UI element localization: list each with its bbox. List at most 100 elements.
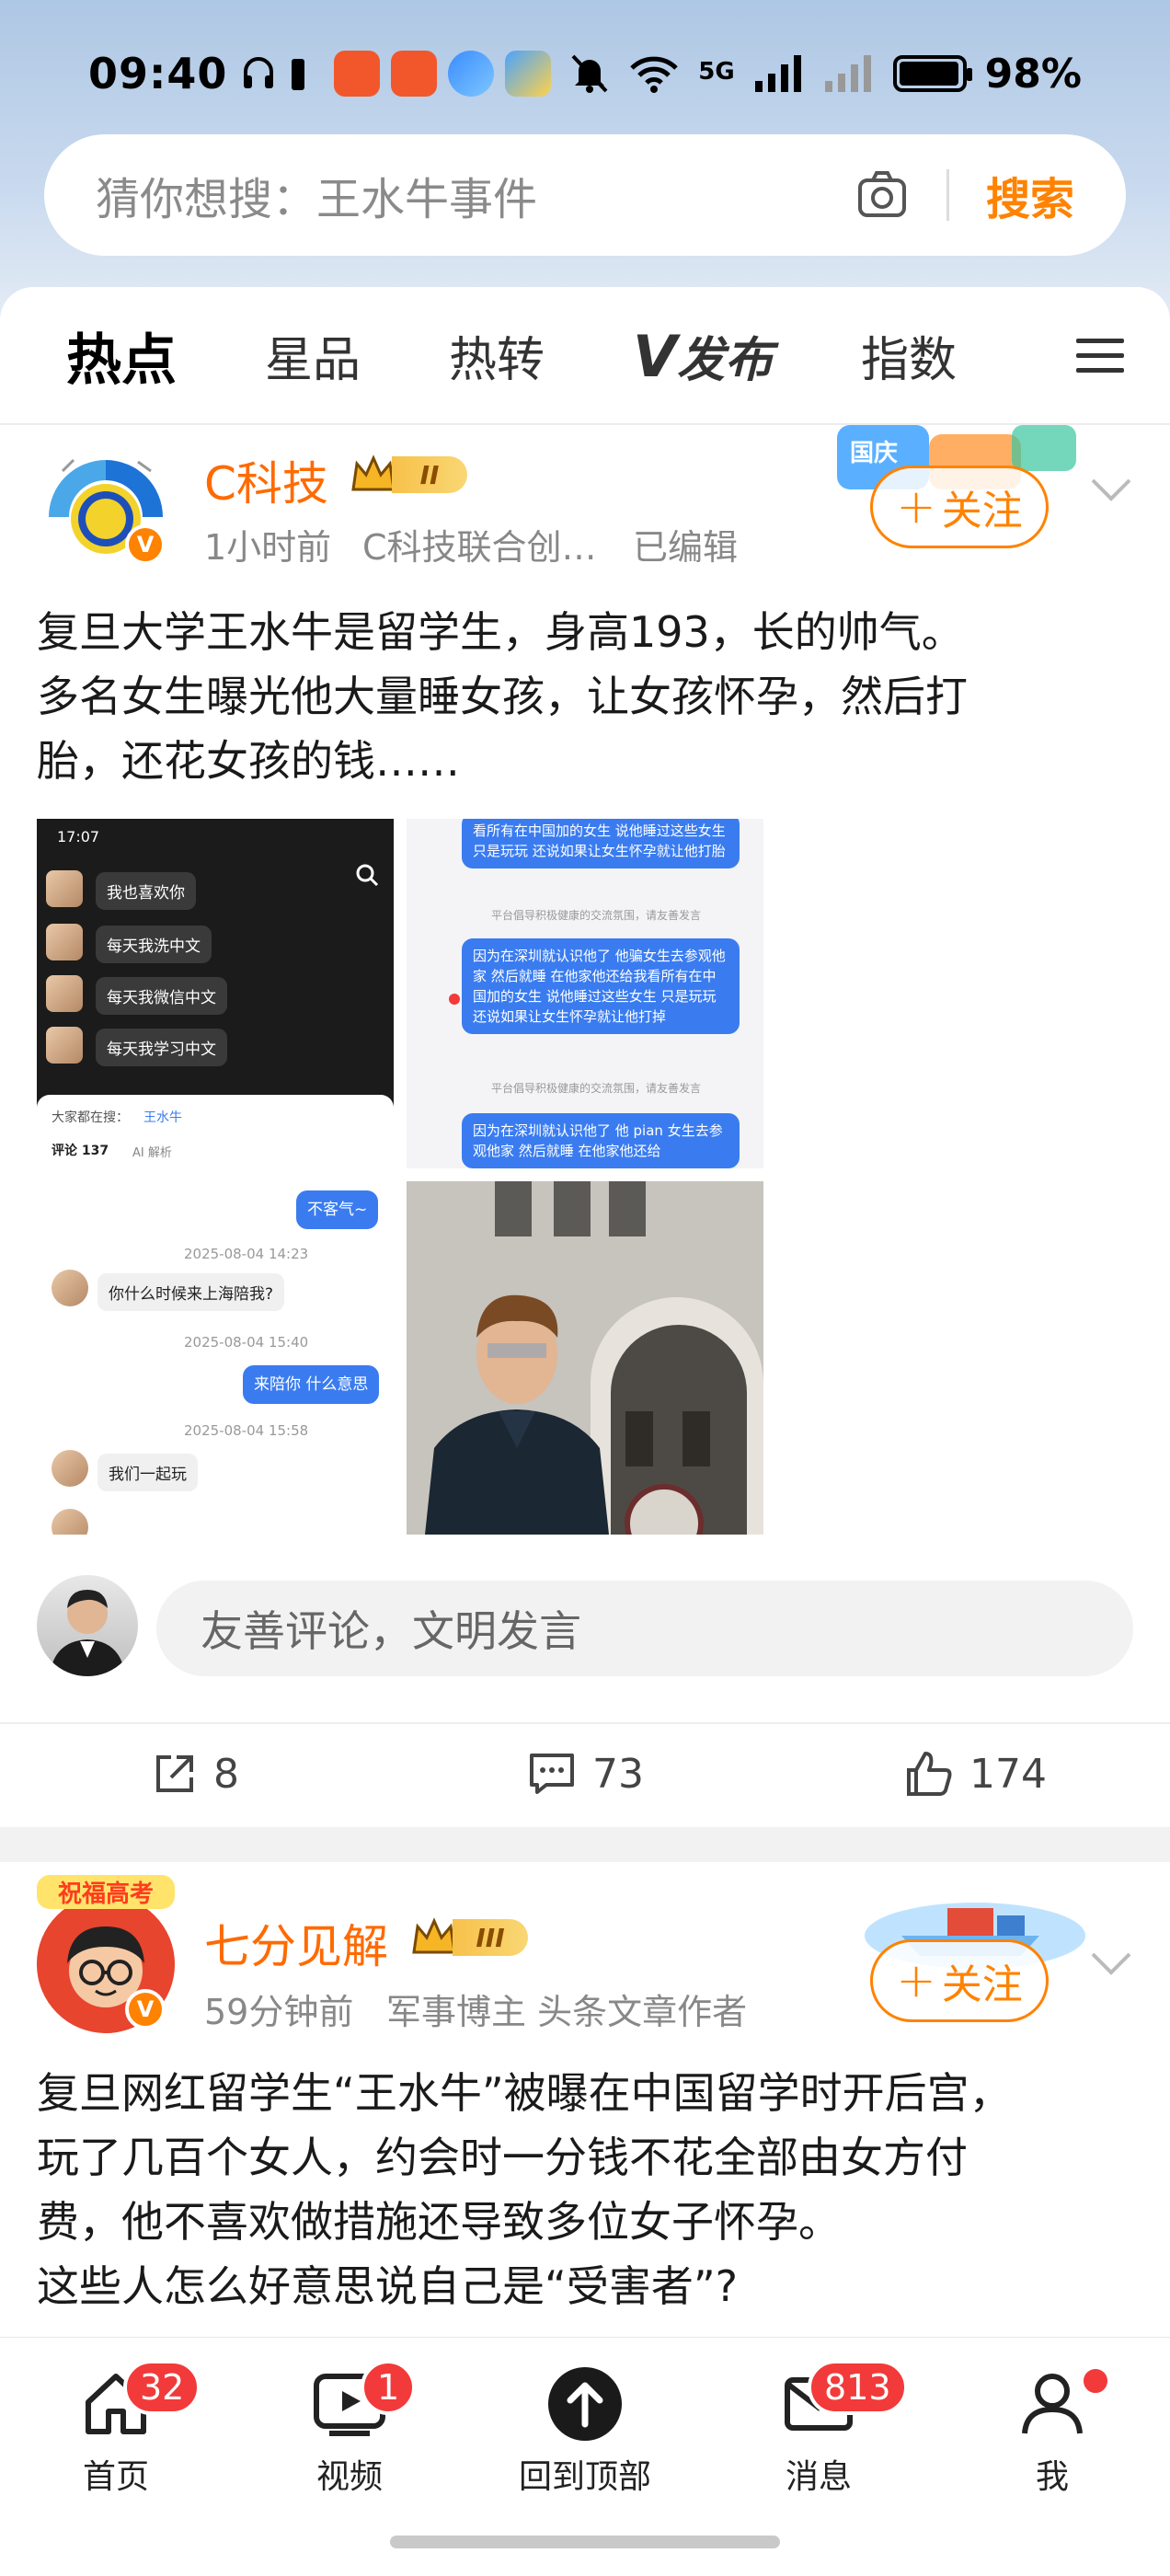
home-indicator[interactable] (390, 2536, 780, 2548)
mute-bell-icon (571, 54, 608, 93)
nav-home[interactable]: 32 首页 (33, 2360, 201, 2498)
nav-me[interactable]: 我 (969, 2365, 1135, 2498)
app-notification-icon (334, 51, 381, 97)
camera-icon[interactable] (855, 167, 910, 223)
comment-row: 友善评论，文明发言 (37, 1575, 1133, 1676)
promo-label: 国庆 (850, 440, 899, 467)
verified-badge-icon: V (125, 1989, 166, 2030)
status-time: 09:40 (88, 49, 228, 98)
verified-badge-icon: V (125, 524, 166, 565)
search-button[interactable]: 搜索 (986, 163, 1074, 227)
menu-icon[interactable] (1074, 335, 1126, 375)
post-text-line: 玩了几百个女人，约会时一分钱不花全部由女方付 (37, 2133, 968, 2182)
post-image-1[interactable]: 17:07 我也喜欢你 每天我洗中文 每天我微信中文 每天我学习中文 大家都在搜… (37, 819, 394, 1168)
post-image-2[interactable]: 看所有在中国加的女生 说他睡过这些女生 只是玩玩 还说如果让女生怀孕就让他打胎 … (407, 819, 763, 1168)
profile-icon (1022, 2374, 1083, 2434)
action-bar: 8 73 174 (0, 1722, 1170, 1823)
follow-button[interactable]: + 关注 (870, 466, 1049, 548)
nav-label: 首页 (82, 2458, 149, 2496)
tab-publish-label: 发布 (677, 332, 774, 388)
comment-input[interactable]: 友善评论，文明发言 (156, 1581, 1133, 1676)
nav-badge: 813 (808, 2360, 908, 2415)
search-divider (946, 169, 949, 221)
search-bar[interactable]: 猜你想搜：王水牛事件 搜索 (44, 134, 1126, 256)
chat-message: 我也喜欢你 (96, 872, 196, 910)
chat-avatar (46, 1027, 83, 1064)
chevron-down-icon[interactable] (1085, 1938, 1137, 1989)
chevron-down-icon[interactable] (1085, 464, 1137, 515)
signal-secondary-icon (824, 55, 871, 92)
tab-bar: 热点 星品 热转 V发布 指数 (0, 287, 1170, 425)
tab-repost[interactable]: 热转 (449, 321, 545, 390)
brand-v-logo: V (633, 322, 678, 390)
nav-badge: 1 (361, 2360, 417, 2415)
nav-badge: 32 (123, 2360, 201, 2415)
author-name[interactable]: 七分见解 (204, 1910, 388, 1976)
post-text[interactable]: 复旦大学王水牛是留学生，身高193，长的帅气。 多名女生曝光他大量睡女孩，让女孩… (37, 600, 1141, 793)
post-text-line: 多名女生曝光他大量睡女孩，让女孩怀孕，然后打 (37, 672, 968, 721)
nav-back-to-top[interactable]: 回到顶部 (502, 2365, 668, 2498)
comment-icon (530, 1754, 574, 1794)
post-edited: 已编辑 (633, 527, 739, 568)
platform-notice: 平台倡导积极健康的交流氛围，请友善发言 (491, 1082, 702, 1095)
post-image-4-photo[interactable] (407, 1181, 763, 1535)
signal-icon (754, 55, 801, 92)
share-button[interactable]: 8 (0, 1750, 390, 1798)
post-card[interactable]: 祝福高考 V 七分见解 III 59分钟前 军事博主 头条文章作者 + 关注 复旦… (0, 1862, 1170, 2340)
crown-icon (351, 454, 396, 491)
tab-publish[interactable]: V发布 (633, 321, 773, 390)
battery-level: 98% (984, 50, 1082, 98)
chat-avatar (46, 975, 83, 1012)
arrow-up-circle-icon (548, 2367, 622, 2441)
nav-label: 视频 (315, 2458, 383, 2496)
level-text: II (392, 456, 467, 493)
chat-message: 你什么时候来上海陪我? (98, 1273, 285, 1311)
follow-button[interactable]: + 关注 (870, 1939, 1049, 2022)
search-prefix: 大家都在搜： (52, 1110, 129, 1125)
headphones-icon (244, 57, 274, 88)
plus-icon: + (896, 479, 936, 535)
plus-icon: + (896, 1953, 936, 2008)
post-text[interactable]: 复旦网红留学生“王水牛”被曝在中国留学时开后宫， 玩了几百个女人，约会时一分钱不… (37, 2061, 1141, 2318)
chat-message: 每天我学习中文 (96, 1029, 227, 1066)
tab-hot[interactable]: 热点 (66, 316, 177, 396)
nav-label: 回到顶部 (518, 2458, 651, 2496)
comment-button[interactable]: 73 (390, 1750, 780, 1798)
nav-video[interactable]: 1 视频 (267, 2360, 432, 2498)
chat-message: 因为在深圳就认识他了 他骗女生去参观他家 然后就睡 在他家他还给我看所有在中国加… (462, 938, 740, 1034)
chat-avatar (52, 1270, 88, 1306)
post-source: C科技联合创… (362, 527, 597, 568)
post-image-3[interactable]: 不客气~ 2025-08-04 14:23 你什么时候来上海陪我? 2025-0… (37, 1181, 394, 1535)
author-name[interactable]: C科技 (204, 447, 328, 513)
tab-index[interactable]: 指数 (861, 321, 957, 390)
like-count: 174 (969, 1750, 1047, 1798)
chat-timestamp: 2025-08-04 15:58 (184, 1422, 309, 1439)
like-button[interactable]: 174 (780, 1750, 1170, 1798)
tab-star[interactable]: 星品 (265, 321, 361, 390)
search-input[interactable]: 猜你想搜：王水牛事件 (96, 163, 855, 227)
level-badge: III (410, 1915, 530, 1960)
wifi-icon (630, 56, 678, 93)
author-tags: 军事博主 头条文章作者 (386, 1992, 748, 2032)
chat-timestamp: 2025-08-04 14:23 (184, 1246, 309, 1262)
chat-avatar (52, 1450, 88, 1487)
post-text-line: 这些人怎么好意思说自己是“受害者”? (37, 2261, 739, 2311)
crown-icon (412, 1917, 456, 1954)
image-status-time: 17:07 (57, 828, 100, 845)
app-notification-icon (391, 51, 438, 97)
comment-count: 73 (592, 1750, 644, 1798)
search-term: 王水牛 (143, 1110, 182, 1125)
nav-label: 我 (1035, 2458, 1069, 2496)
post-card[interactable]: V C科技 II 1小时前 C科技联合创… 已编辑 国庆 + 关注 复旦大学王水牛… (0, 425, 1170, 1827)
follow-label: 关注 (941, 1961, 1023, 2008)
chat-avatar (46, 870, 83, 907)
nav-messages[interactable]: 813 消息 (736, 2360, 908, 2498)
follow-label: 关注 (941, 488, 1023, 535)
post-text-line: 复旦大学王水牛是留学生，身高193，长的帅气。 (37, 607, 964, 657)
alert-dot-icon (449, 994, 460, 1005)
ai-label: AI 解析 (132, 1146, 172, 1160)
chat-message: 每天我洗中文 (96, 926, 212, 963)
chat-message: 我们一起玩 (98, 1454, 198, 1491)
chat-message: 每天我微信中文 (96, 977, 227, 1015)
level-badge: II (350, 453, 469, 497)
